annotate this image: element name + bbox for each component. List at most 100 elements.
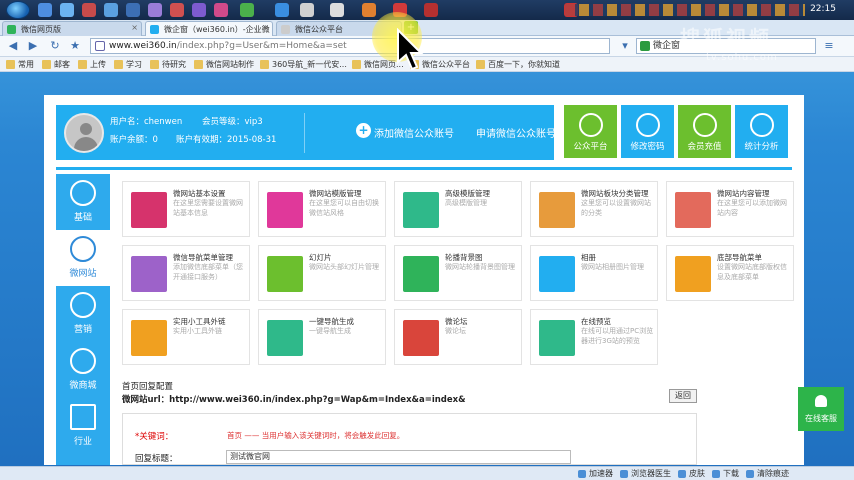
bookmark-item[interactable]: 学习: [114, 59, 142, 70]
feature-card[interactable]: 高级模版管理 高级模版管理: [394, 181, 522, 237]
reply-title-input[interactable]: 测试微官网: [226, 450, 571, 464]
app-icon[interactable]: [60, 3, 74, 17]
status-item[interactable]: 下载: [712, 468, 739, 479]
member-level: 会员等级：vip3: [202, 117, 263, 127]
app-icon[interactable]: [240, 3, 254, 17]
tab-wechat-web[interactable]: 微信网页版 ×: [2, 21, 142, 36]
feature-card[interactable]: 实用小工具外链 实用小工具外链: [122, 309, 250, 365]
account-balance: 账户余额：0: [110, 135, 158, 145]
forward-icon[interactable]: ▶: [26, 39, 40, 53]
status-item[interactable]: 皮肤: [678, 468, 705, 479]
bookmark-item[interactable]: 微信网站制作: [194, 59, 254, 70]
close-icon[interactable]: ×: [262, 23, 269, 32]
tab-wechat-mp[interactable]: 微信公众平台: [276, 21, 402, 36]
feature-card[interactable]: 相册 微网站相册图片管理: [530, 245, 658, 301]
feature-desc: 设置微网站底部版权信息及底部菜单: [717, 263, 787, 281]
app-icon[interactable]: [38, 3, 52, 17]
feature-icon: [675, 192, 711, 228]
tab-wei360[interactable]: 微企窗（wei360.in）-企业微 ×: [145, 21, 273, 36]
username: 用户名：chenwen: [110, 117, 183, 127]
feature-icon: [131, 256, 167, 292]
refresh-icon[interactable]: ↻: [48, 39, 62, 53]
close-icon[interactable]: ×: [131, 23, 138, 32]
status-item[interactable]: 清除痕迹: [746, 468, 789, 479]
bookmark-item[interactable]: 邮客: [42, 59, 70, 70]
feature-card[interactable]: 在线预览 在线可以用通过PC浏览器进行3G站的预览: [530, 309, 658, 365]
app-icon[interactable]: [104, 3, 118, 17]
chat-bubble-icon: [578, 113, 603, 137]
clock: 22:15: [810, 4, 836, 14]
microsite-url: 微网站url：http://www.wei360.in/index.php?g=…: [122, 395, 466, 405]
dropdown-icon[interactable]: ▾: [618, 39, 632, 53]
feature-card[interactable]: 底部导航菜单 设置微网站底部版权信息及底部菜单: [666, 245, 794, 301]
sidebar-item-industry[interactable]: 行业: [56, 398, 110, 454]
feature-card[interactable]: 一键导航生成 一键导航生成: [258, 309, 386, 365]
app-icon[interactable]: [362, 3, 376, 17]
feature-icon: [267, 192, 303, 228]
bookmark-item[interactable]: 上传: [78, 59, 106, 70]
bookmark-item[interactable]: 360导航_新一代安...: [260, 59, 347, 70]
feature-icon: [403, 192, 439, 228]
feature-icon: [131, 192, 167, 228]
feature-card[interactable]: 微论坛 微论坛: [394, 309, 522, 365]
bookmark-item[interactable]: 常用: [6, 59, 34, 70]
sidebar-item-marketing[interactable]: 营销: [56, 286, 110, 342]
app-icon[interactable]: [192, 3, 206, 17]
feature-card[interactable]: 微网站内容管理 在这里您可以添加微网站内容: [666, 181, 794, 237]
power-icon: [749, 113, 774, 137]
feature-desc: 添加微信底部菜单（您开通接口服务）: [173, 263, 243, 281]
app-icon[interactable]: [148, 3, 162, 17]
add-account-button[interactable]: + 添加微信公众账号: [356, 123, 454, 140]
feature-desc: 实用小工具外链: [173, 327, 222, 335]
feature-desc: 微网站相册图片管理: [581, 263, 644, 271]
online-service-button[interactable]: 在线客服: [798, 387, 844, 431]
feature-desc: 微论坛: [445, 327, 466, 335]
address-bar[interactable]: www.wei360.in/index.php?g=User&m=Home&a=…: [90, 38, 610, 54]
app-icon[interactable]: [300, 3, 314, 17]
tile-public-platform[interactable]: 公众平台: [564, 105, 617, 158]
reply-form: *关键词： 首页 —— 当用户输入该关键词时，将会触发此回复。 回复标题： 测试…: [122, 413, 697, 465]
back-icon[interactable]: ◀: [6, 39, 20, 53]
user-info-panel: 用户名：chenwen 会员等级：vip3 账户余额：0 账户有效期：2015-…: [56, 105, 556, 160]
app-icon[interactable]: [275, 3, 289, 17]
status-item[interactable]: 加速器: [578, 468, 613, 479]
sidebar-item-microsite[interactable]: 微网站: [56, 230, 110, 286]
menu-icon[interactable]: ≡: [822, 39, 836, 53]
section-title: 首页回复配置: [122, 382, 174, 392]
app-icon[interactable]: [214, 3, 228, 17]
feature-card[interactable]: 微网站模版管理 在这里您可以自由切换微信站风格: [258, 181, 386, 237]
reply-title-label: 回复标题：: [135, 454, 178, 464]
app-icon[interactable]: [424, 3, 438, 17]
feature-card[interactable]: 幻灯片 微网站头部幻灯片管理: [258, 245, 386, 301]
app-icon[interactable]: [126, 3, 140, 17]
sidebar-item-mall[interactable]: 微商城: [56, 342, 110, 398]
feature-card[interactable]: 微网站基本设置 在这里您需要设置微网站基本信息: [122, 181, 250, 237]
tile-recharge[interactable]: 会员充值: [678, 105, 731, 158]
feature-card[interactable]: 微信导航菜单管理 添加微信底部菜单（您开通接口服务）: [122, 245, 250, 301]
feature-card[interactable]: 轮播背景图 微网站轮播背景图管理: [394, 245, 522, 301]
keyword-hint: 首页 —— 当用户输入该关键词时，将会触发此回复。: [227, 431, 405, 440]
app-icon[interactable]: [330, 3, 344, 17]
tile-change-password[interactable]: 修改密码: [621, 105, 674, 158]
signal-icon: [70, 236, 96, 262]
feature-card[interactable]: 微网站板块分类管理 这里您可以设置微网站的分类: [530, 181, 658, 237]
page-icon: [281, 25, 290, 34]
app-icon[interactable]: [170, 3, 184, 17]
back-button[interactable]: 返回: [669, 389, 697, 403]
feature-icon: [539, 192, 575, 228]
status-item[interactable]: 浏览器医生: [620, 468, 671, 479]
speech-bubble-icon: [635, 113, 660, 137]
app-icon[interactable]: [82, 3, 96, 17]
shield-icon: [95, 41, 105, 51]
feature-icon: [267, 256, 303, 292]
sidebar-item-basic[interactable]: 基础: [56, 174, 110, 230]
start-button[interactable]: [6, 1, 30, 19]
bookmark-item[interactable]: 百度一下，你就知道: [476, 59, 560, 70]
app-icon[interactable]: [393, 3, 407, 17]
tray-icons[interactable]: [565, 4, 805, 16]
feature-icon: [403, 256, 439, 292]
bookmark-item[interactable]: 待研究: [150, 59, 186, 70]
favorite-star-icon[interactable]: ★: [68, 39, 82, 53]
tile-statistics[interactable]: 统计分析: [735, 105, 788, 158]
apply-account-link[interactable]: 申请微信公众账号: [476, 125, 556, 140]
